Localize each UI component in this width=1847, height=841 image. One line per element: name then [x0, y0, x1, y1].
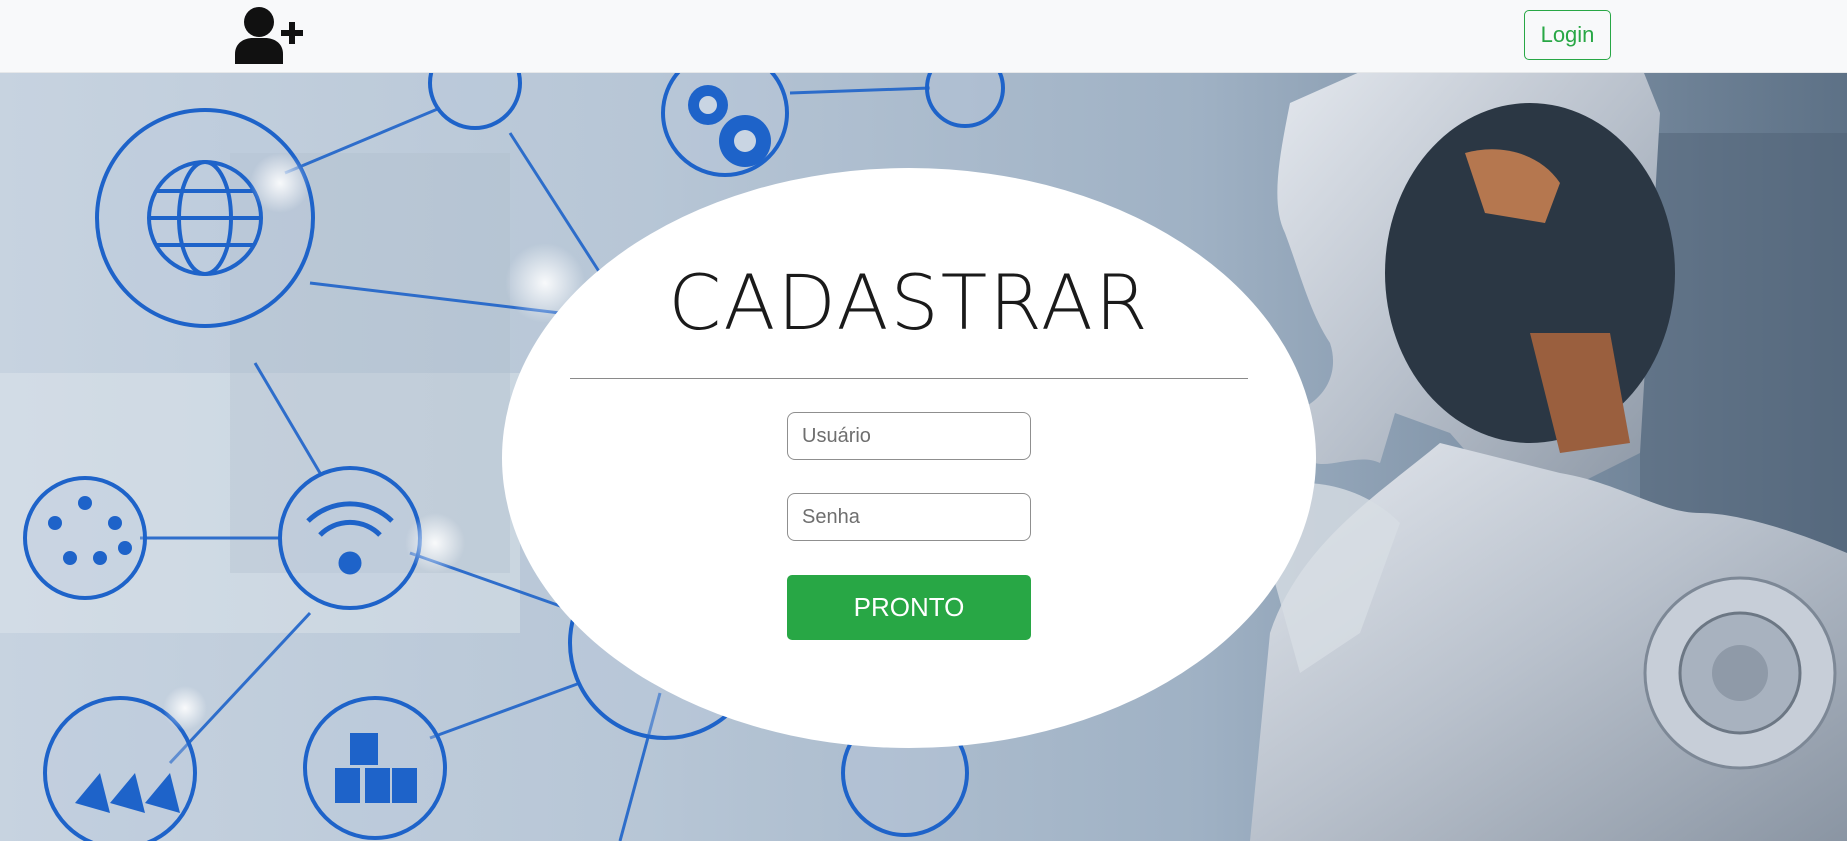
navbar: Login [0, 0, 1847, 73]
user-plus-icon[interactable] [233, 6, 305, 64]
submit-button[interactable]: PRONTO [787, 575, 1031, 640]
login-button[interactable]: Login [1524, 10, 1611, 60]
username-input[interactable] [787, 412, 1031, 460]
page-title: CADASTRAR [668, 258, 1150, 347]
title-divider [570, 378, 1248, 379]
password-input[interactable] [787, 493, 1031, 541]
